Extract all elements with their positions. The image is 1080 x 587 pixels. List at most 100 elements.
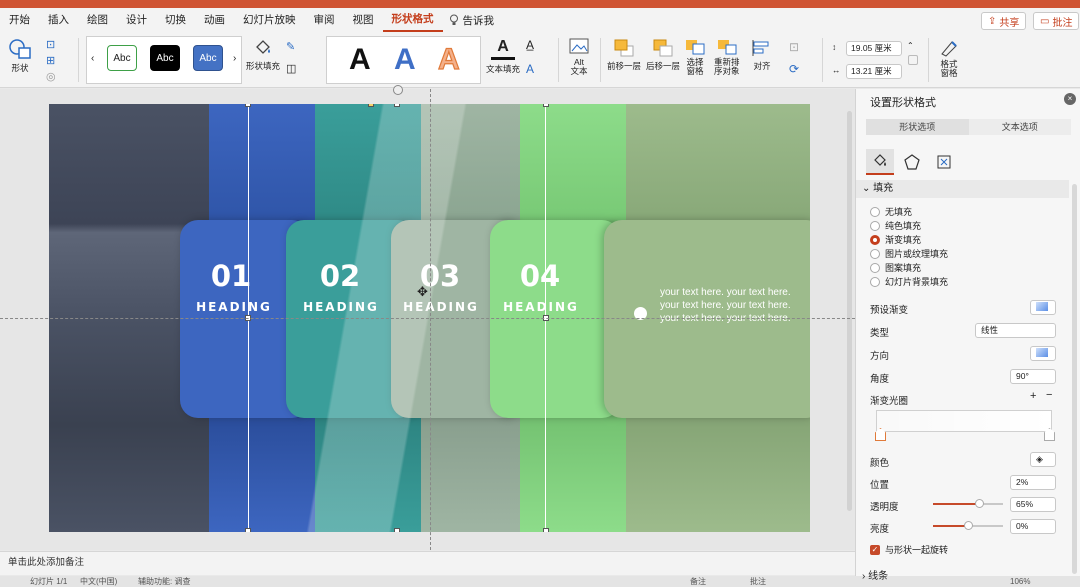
effects-tab[interactable] — [898, 149, 926, 175]
remove-stop-button[interactable]: − — [1046, 389, 1052, 401]
comments-toggle[interactable]: 批注 — [750, 576, 766, 587]
fill-option-solid[interactable]: 纯色填充 — [870, 219, 921, 232]
add-stop-button[interactable]: + — [1030, 390, 1036, 402]
fill-option-picture[interactable]: 图片或纹理填充 — [870, 247, 948, 260]
style-sample-1[interactable]: Abc — [107, 45, 137, 71]
gradient-stops-bar[interactable] — [876, 410, 1052, 432]
style-sample-3[interactable]: Abc — [193, 45, 223, 71]
fill-option-pattern[interactable]: 图案填充 — [870, 261, 921, 274]
direction-picker[interactable] — [1030, 346, 1056, 361]
wordart-sample-3[interactable]: A — [437, 42, 460, 77]
tab-home[interactable]: 开始 — [0, 8, 39, 32]
align-button[interactable]: 对齐 — [750, 38, 774, 72]
width-input[interactable]: 13.21 厘米 — [846, 64, 902, 79]
resize-handle[interactable] — [394, 104, 400, 107]
merge-shapes-button[interactable]: ◎ — [46, 70, 56, 83]
selection-pane-label: 选择 窗格 — [686, 57, 704, 76]
fill-option-slide-bg[interactable]: 幻灯片背景填充 — [870, 275, 948, 288]
brightness-slider[interactable] — [933, 521, 1003, 530]
tab-review[interactable]: 审阅 — [305, 8, 344, 32]
height-input[interactable]: 19.05 厘米 — [846, 41, 902, 56]
angle-input[interactable]: 90° — [1010, 369, 1056, 384]
format-pane-button[interactable]: 格式 窗格 — [938, 38, 960, 78]
wordart-sample-1[interactable]: A — [349, 43, 371, 77]
preset-gradient-picker[interactable] — [1030, 300, 1056, 315]
workarea-scrollbar[interactable] — [847, 111, 852, 511]
body-text-box[interactable]: your text here. your text here. your tex… — [660, 286, 792, 325]
resize-handle[interactable] — [394, 528, 400, 532]
shape-effects-button[interactable]: ◫ — [286, 62, 296, 75]
shape-fill-button[interactable]: 形状填充 — [246, 38, 280, 72]
radio-button[interactable] — [870, 248, 880, 259]
notes-area[interactable]: 单击此处添加备注 — [0, 551, 855, 575]
group-button[interactable]: ⊡ — [789, 40, 799, 54]
text-fill-button[interactable]: A 文本填充 — [486, 38, 520, 75]
tab-shape-format[interactable]: 形状格式 — [382, 8, 443, 32]
radio-button-selected[interactable] — [870, 234, 880, 245]
fill-option-none[interactable]: 无填充 — [870, 205, 912, 218]
transparency-input[interactable]: 65% — [1010, 497, 1056, 512]
radio-button[interactable] — [870, 276, 880, 287]
gallery-prev-icon[interactable]: ‹ — [91, 53, 94, 64]
text-outline-icon: A̲ — [526, 38, 535, 52]
size-properties-tab[interactable] — [930, 149, 958, 175]
shape-button[interactable]: 形状 — [8, 38, 32, 74]
fill-option-gradient[interactable]: 渐变填充 — [870, 233, 921, 246]
rotate-with-shape-option[interactable]: ✓ 与形状一起旋转 — [870, 543, 948, 556]
transparency-slider-knob[interactable] — [974, 499, 984, 508]
tab-insert[interactable]: 插入 — [39, 8, 78, 32]
position-input[interactable]: 2% — [1010, 475, 1056, 490]
text-outline-button[interactable]: A̲ — [526, 38, 534, 52]
comments-button[interactable]: ▭ 批注 — [1033, 12, 1080, 30]
rotate-button[interactable]: ⟳ — [789, 62, 799, 76]
tab-draw[interactable]: 绘图 — [78, 8, 117, 32]
style-sample-2[interactable]: Abc — [150, 45, 180, 71]
selection-pane-button[interactable]: 选择 窗格 — [684, 38, 706, 76]
resize-handle[interactable] — [543, 104, 549, 107]
text-effects-button[interactable]: A — [526, 62, 534, 76]
shape-outline-button[interactable]: ✎ — [286, 40, 295, 53]
checkbox-checked[interactable]: ✓ — [870, 544, 880, 555]
pane-scrollbar[interactable] — [1072, 184, 1077, 574]
fill-line-tab[interactable] — [866, 149, 894, 175]
gallery-next-icon[interactable]: › — [233, 53, 236, 64]
tab-design[interactable]: 设计 — [117, 8, 156, 32]
alt-text-button[interactable]: Alt 文本 — [566, 38, 592, 76]
language-indicator[interactable]: 中文(中国) — [80, 576, 117, 587]
send-backward-button[interactable]: 后移一层 — [646, 38, 680, 72]
tab-slideshow[interactable]: 幻灯片放映 — [234, 8, 305, 32]
bring-forward-button[interactable]: 前移一层 — [607, 38, 641, 72]
tab-animations[interactable]: 动画 — [195, 8, 234, 32]
tab-text-options[interactable]: 文本选项 — [969, 119, 1072, 135]
accessibility-check[interactable]: 辅助功能: 调查 — [138, 576, 190, 587]
radio-button[interactable] — [870, 206, 880, 217]
line-section-header[interactable]: › 线条 — [862, 567, 888, 582]
resize-handle[interactable] — [245, 104, 251, 107]
color-picker[interactable]: ◈ — [1030, 452, 1056, 467]
rotate-handle-icon[interactable] — [393, 85, 403, 95]
resize-handle[interactable] — [245, 528, 251, 532]
tab-view[interactable]: 视图 — [344, 8, 383, 32]
lock-ratio-icon[interactable] — [908, 55, 918, 65]
resize-handle[interactable] — [543, 528, 549, 532]
text-box-button[interactable]: ⊞ — [46, 54, 55, 67]
tab-transitions[interactable]: 切换 — [156, 8, 195, 32]
brightness-slider-knob[interactable] — [964, 521, 973, 530]
tell-me-search[interactable]: 告诉我 — [443, 13, 494, 28]
radio-button[interactable] — [870, 220, 880, 231]
brightness-input[interactable]: 0% — [1010, 519, 1056, 534]
type-select[interactable]: 线性 — [975, 323, 1056, 338]
size-stepper[interactable]: ⌃ — [907, 41, 914, 50]
fill-section-header[interactable]: ⌄ 填充 — [856, 180, 1069, 198]
transparency-slider[interactable] — [933, 499, 1003, 508]
share-button[interactable]: ⇪ 共享 — [981, 12, 1027, 30]
tab-shape-options[interactable]: 形状选项 — [866, 119, 969, 135]
zoom-level[interactable]: 106% — [1010, 576, 1030, 587]
edit-shape-button[interactable]: ⊡ — [46, 38, 55, 51]
radio-button[interactable] — [870, 262, 880, 273]
notes-toggle[interactable]: 备注 — [690, 576, 706, 587]
wordart-sample-2[interactable]: A — [394, 43, 416, 77]
adjust-handle[interactable] — [368, 104, 374, 107]
reorder-objects-button[interactable]: 重新排 序对象 — [714, 38, 740, 76]
close-icon[interactable]: × — [1064, 93, 1076, 105]
